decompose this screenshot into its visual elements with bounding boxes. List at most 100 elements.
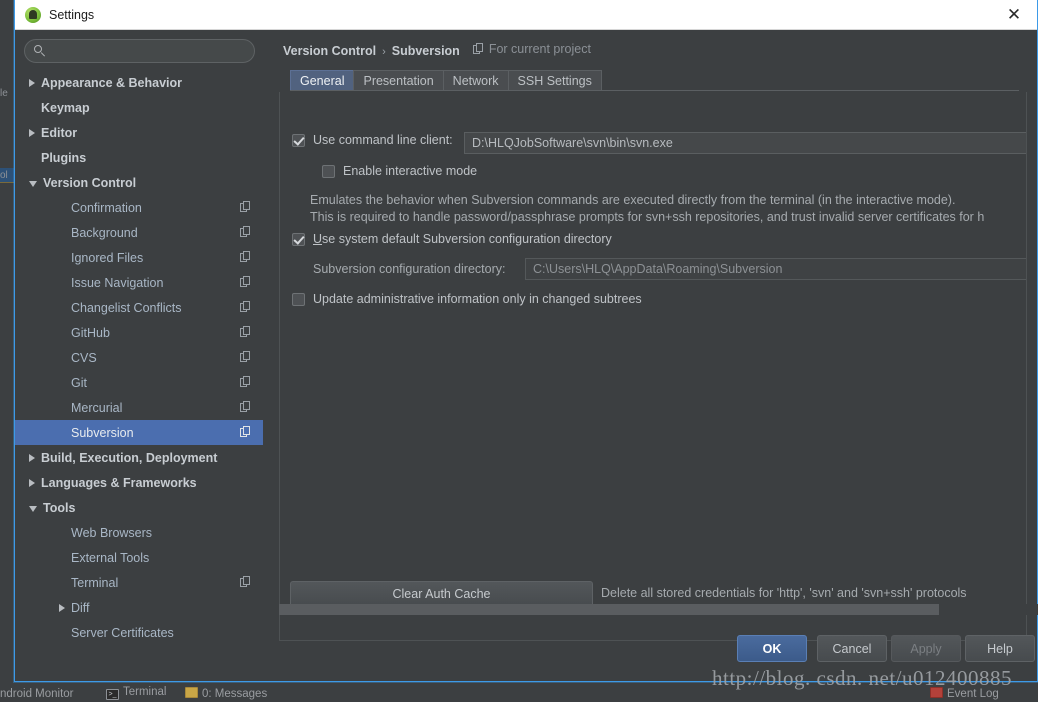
enable-interactive-mode-checkbox[interactable] xyxy=(322,164,335,178)
sidebar-item-label: Background xyxy=(71,225,138,240)
status-item-android-monitor[interactable]: ndroid Monitor xyxy=(0,688,74,700)
sidebar-item-cvs[interactable]: CVS xyxy=(15,345,265,370)
chevron-right-icon[interactable] xyxy=(29,128,35,137)
sidebar-item-external-tools[interactable]: External Tools xyxy=(15,545,265,570)
sidebar-item-ignored-files[interactable]: Ignored Files xyxy=(15,245,265,270)
clear-auth-cache-label: Clear Auth Cache xyxy=(392,587,491,601)
settings-dialog: Settings ✕ Appearance & Behavior Keymap Ed… xyxy=(14,0,1038,682)
cancel-button[interactable]: Cancel xyxy=(817,635,887,662)
command-line-client-path-field[interactable]: D:\HLQJobSoftware\svn\bin\svn.exe xyxy=(464,132,1026,154)
sidebar-item-appearance-behavior[interactable]: Appearance & Behavior xyxy=(15,70,265,95)
sidebar-item-keymap[interactable]: Keymap xyxy=(15,95,265,120)
breadcrumb-parent[interactable]: Version Control xyxy=(283,44,376,58)
content-hscrollbar-thumb[interactable] xyxy=(279,604,939,615)
sidebar-item-label: Version Control xyxy=(43,175,137,190)
use-command-line-client-label: Use command line client: xyxy=(313,133,453,147)
tab-label: General xyxy=(300,74,345,88)
chevron-right-icon[interactable] xyxy=(29,78,35,87)
sidebar-item-plugins[interactable]: Plugins xyxy=(15,145,265,170)
project-scope-icon xyxy=(240,201,251,213)
sidebar-item-label: Diff xyxy=(71,600,90,615)
button-label: Apply xyxy=(910,641,942,656)
project-scope-icon xyxy=(240,326,251,338)
sidebar-item-web-browsers[interactable]: Web Browsers xyxy=(15,520,265,545)
use-command-line-client-checkbox[interactable] xyxy=(292,133,305,147)
sidebar-item-editor[interactable]: Editor xyxy=(15,120,265,145)
sidebar-item-git[interactable]: Git xyxy=(15,370,265,395)
sidebar-item-subversion[interactable]: Subversion xyxy=(15,420,265,445)
project-scope-icon xyxy=(240,376,251,388)
project-scope-icon xyxy=(240,301,251,313)
sidebar-item-label: Keymap xyxy=(41,100,90,115)
dialog-title: Settings xyxy=(49,7,95,22)
sidebar-item-label: External Tools xyxy=(71,550,150,565)
status-label-messages: 0: Messages xyxy=(202,688,268,700)
clear-auth-cache-description: Delete all stored credentials for 'http'… xyxy=(601,586,967,600)
breadcrumb-separator: › xyxy=(382,46,386,58)
sidebar-item-github[interactable]: GitHub xyxy=(15,320,265,345)
tab-label: Presentation xyxy=(363,74,434,88)
search-container xyxy=(24,39,255,63)
sidebar-item-build-execution-deployment[interactable]: Build, Execution, Deployment xyxy=(15,445,265,470)
update-admin-info-row[interactable]: Update administrative information only i… xyxy=(292,292,642,306)
sidebar-item-label: Editor xyxy=(41,125,78,140)
use-command-line-client-row[interactable]: Use command line client: xyxy=(292,133,453,147)
messages-icon xyxy=(185,687,198,698)
sidebar-item-confirmation[interactable]: Confirmation xyxy=(15,195,265,220)
watermark: http://blog. csdn. net/u012400885 xyxy=(712,666,1012,690)
sidebar-item-terminal[interactable]: Terminal xyxy=(15,570,265,595)
use-system-default-config-row[interactable]: Use system default Subversion configurat… xyxy=(292,232,612,246)
help-button[interactable]: Help xyxy=(965,635,1035,662)
chevron-right-icon[interactable] xyxy=(59,603,65,612)
sidebar-item-languages-frameworks[interactable]: Languages & Frameworks xyxy=(15,470,265,495)
sidebar-item-issue-navigation[interactable]: Issue Navigation xyxy=(15,270,265,295)
search-input[interactable] xyxy=(51,40,246,62)
project-scope-icon xyxy=(240,576,251,588)
project-scope-icon xyxy=(240,401,251,413)
project-scope-icon xyxy=(240,226,251,238)
tab-presentation[interactable]: Presentation xyxy=(353,70,444,91)
sidebar-item-label: CVS xyxy=(71,350,97,365)
status-item-terminal[interactable]: >_ Terminal xyxy=(106,686,166,700)
search-icon xyxy=(34,45,46,57)
dialog-body: Appearance & Behavior Keymap Editor Plugins… xyxy=(15,30,1038,681)
search-box[interactable] xyxy=(24,39,255,63)
panel-tabs[interactable]: General Presentation Network SSH Settings xyxy=(290,69,1037,91)
project-scope-icon xyxy=(240,276,251,288)
update-admin-info-label: Update administrative information only i… xyxy=(313,292,642,306)
config-directory-field[interactable]: C:\Users\HLQ\AppData\Roaming\Subversion xyxy=(525,258,1026,280)
close-icon[interactable]: ✕ xyxy=(991,0,1037,29)
button-label: Cancel xyxy=(832,641,872,656)
screen: le ol ndroid Monitor >_ Terminal 0: Messa… xyxy=(0,0,1038,702)
update-admin-info-checkbox[interactable] xyxy=(292,292,305,306)
status-label-android-monitor: ndroid Monitor xyxy=(0,688,74,700)
use-system-default-config-label-rest: se system default Subversion configurati… xyxy=(322,232,612,246)
sidebar-item-mercurial[interactable]: Mercurial xyxy=(15,395,265,420)
interactive-description-line-2: This is required to handle password/pass… xyxy=(310,210,985,224)
project-scope-icon xyxy=(472,43,484,55)
sidebar-item-label: Plugins xyxy=(41,150,87,165)
project-scope-icon xyxy=(240,426,251,438)
sidebar-item-label: GitHub xyxy=(71,325,110,340)
terminal-icon: >_ xyxy=(106,689,119,700)
status-item-messages[interactable]: 0: Messages xyxy=(185,687,267,700)
chevron-down-icon[interactable] xyxy=(29,180,37,187)
chevron-right-icon[interactable] xyxy=(29,453,35,462)
sidebar-item-version-control[interactable]: Version Control xyxy=(15,170,265,195)
sidebar-item-tools[interactable]: Tools xyxy=(15,495,265,520)
tab-ssh-settings[interactable]: SSH Settings xyxy=(507,70,602,91)
tab-network[interactable]: Network xyxy=(442,70,509,91)
sidebar-item-diff[interactable]: Diff xyxy=(15,595,265,620)
enable-interactive-mode-row[interactable]: Enable interactive mode xyxy=(322,164,477,178)
ok-button[interactable]: OK xyxy=(737,635,807,662)
tab-general[interactable]: General xyxy=(290,70,355,91)
sidebar-item-background[interactable]: Background xyxy=(15,220,265,245)
tab-label: SSH Settings xyxy=(517,74,592,88)
chevron-right-icon[interactable] xyxy=(29,478,35,487)
chevron-down-icon[interactable] xyxy=(29,505,37,512)
use-system-default-config-checkbox[interactable] xyxy=(292,232,305,246)
project-scope-icon xyxy=(240,251,251,263)
use-system-default-config-label: Use system default Subversion configurat… xyxy=(313,232,612,246)
settings-tree[interactable]: Appearance & Behavior Keymap Editor Plugins… xyxy=(15,70,265,642)
sidebar-item-changelist-conflicts[interactable]: Changelist Conflicts xyxy=(15,295,265,320)
